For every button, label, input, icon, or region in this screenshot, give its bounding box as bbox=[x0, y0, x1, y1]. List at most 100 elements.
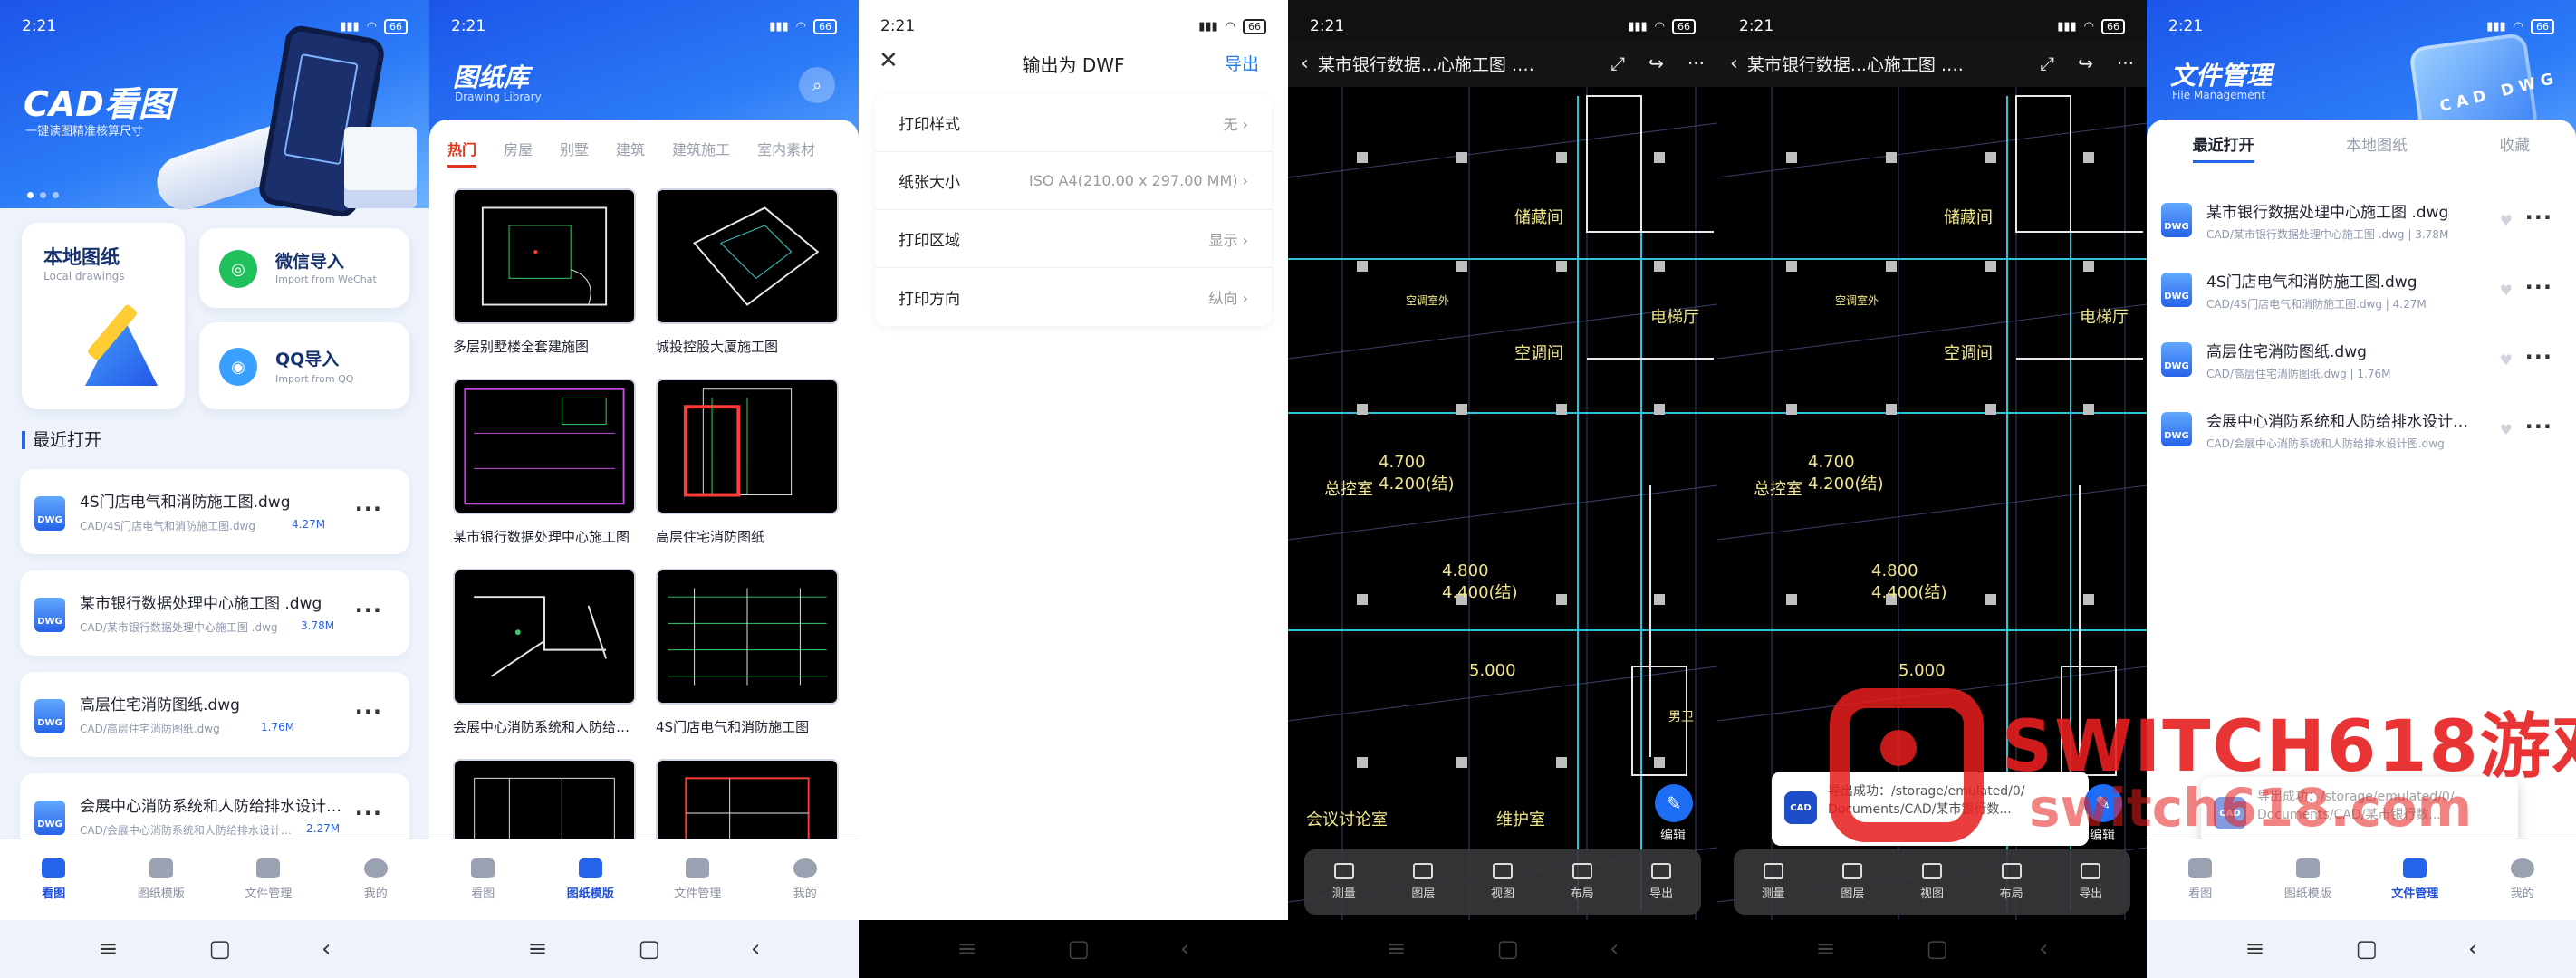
more-options-icon[interactable]: ··· bbox=[2525, 274, 2552, 300]
category-hot[interactable]: 热门 bbox=[447, 138, 477, 168]
back-icon[interactable]: ‹ bbox=[1610, 935, 1619, 963]
favorite-heart-icon[interactable]: ♥ bbox=[2500, 351, 2513, 369]
more-options-icon[interactable]: ··· bbox=[355, 496, 382, 522]
tool-view[interactable]: 视图 bbox=[1491, 863, 1514, 901]
option-value: 显示 › bbox=[1208, 231, 1249, 249]
tab-files[interactable]: 文件管理 bbox=[657, 858, 738, 901]
tab-view[interactable]: 看图 bbox=[2159, 858, 2241, 901]
share-icon[interactable]: ↪ bbox=[1648, 53, 1664, 74]
more-icon[interactable]: ··· bbox=[1687, 53, 1705, 74]
tool-layout[interactable]: 布局 bbox=[1571, 863, 1594, 901]
back-arrow-icon[interactable]: ‹ bbox=[1730, 53, 1738, 75]
drawing-thumbnail[interactable] bbox=[656, 188, 839, 324]
home-icon[interactable]: ▢ bbox=[208, 935, 231, 963]
drawing-thumbnail[interactable] bbox=[656, 379, 839, 514]
drawing-thumbnail[interactable] bbox=[656, 569, 839, 705]
tab-me[interactable]: 我的 bbox=[335, 858, 417, 901]
tab-templates[interactable]: 图纸模版 bbox=[120, 858, 202, 901]
tool-view[interactable]: 视图 bbox=[1920, 863, 1944, 901]
favorite-heart-icon[interactable]: ♥ bbox=[2500, 212, 2513, 229]
tool-export[interactable]: 导出 bbox=[2079, 863, 2102, 901]
category-house[interactable]: 房屋 bbox=[504, 138, 533, 168]
local-drawings-card[interactable]: 本地图纸 Local drawings bbox=[22, 223, 185, 409]
fullscreen-icon[interactable]: ⤢ bbox=[2040, 53, 2054, 74]
edit-button[interactable]: ✎ bbox=[2084, 784, 2122, 822]
more-options-icon[interactable]: ··· bbox=[2525, 344, 2552, 369]
tool-layers[interactable]: 图层 bbox=[1411, 863, 1435, 901]
qq-import-card[interactable]: ◉ QQ导入 Import from QQ bbox=[199, 322, 409, 409]
home-icon[interactable]: ▢ bbox=[2355, 935, 2378, 963]
home-icon[interactable]: ▢ bbox=[1926, 935, 1948, 963]
tool-label: 布局 bbox=[1570, 887, 1594, 901]
file-row[interactable]: DWG 某市银行数据处理中心施工图 .dwg CAD/某市银行数据处理中心施工图… bbox=[2147, 187, 2576, 255]
tool-layout[interactable]: 布局 bbox=[2000, 863, 2023, 901]
tab-files[interactable]: 文件管理 bbox=[2374, 858, 2456, 901]
tool-measure[interactable]: 测量 bbox=[1762, 863, 1785, 901]
back-icon[interactable]: ‹ bbox=[2468, 935, 2477, 963]
wifi-icon: ◠ bbox=[366, 19, 377, 34]
recent-file-item[interactable]: DWG 4S门店电气和消防施工图.dwg CAD/4S门店电气和消防施工图.dw… bbox=[20, 469, 409, 554]
wechat-import-card[interactable]: ◎ 微信导入 Import from WeChat bbox=[199, 228, 409, 308]
menu-icon[interactable]: ≡ bbox=[99, 935, 119, 963]
carousel-dots[interactable] bbox=[27, 192, 59, 198]
option-paper-size[interactable]: 纸张大小 ISO A4(210.00 x 297.00 MM) › bbox=[875, 152, 1272, 210]
drawing-thumbnail[interactable] bbox=[453, 188, 636, 324]
back-arrow-icon[interactable]: ‹ bbox=[1301, 53, 1309, 75]
back-icon[interactable]: ‹ bbox=[2039, 935, 2048, 963]
category-architecture[interactable]: 建筑 bbox=[616, 138, 645, 168]
tab-local-drawings[interactable]: 本地图纸 bbox=[2346, 132, 2408, 163]
back-icon[interactable]: ‹ bbox=[1180, 935, 1189, 963]
tab-files[interactable]: 文件管理 bbox=[227, 858, 309, 901]
export-button[interactable]: 导出 bbox=[1225, 51, 1259, 75]
home-icon[interactable]: ▢ bbox=[1067, 935, 1090, 963]
cad-drawing-canvas[interactable]: 储藏间 空调间 空调室外 总控室 4.700 4.200(结) 4.800 4.… bbox=[1288, 87, 1717, 922]
folder-icon bbox=[256, 858, 281, 878]
tab-recent[interactable]: 最近打开 bbox=[2192, 132, 2254, 163]
tab-me[interactable]: 我的 bbox=[2482, 858, 2563, 901]
share-icon[interactable]: ↪ bbox=[2078, 53, 2093, 74]
edit-button[interactable]: ✎ bbox=[1655, 784, 1693, 822]
menu-icon[interactable]: ≡ bbox=[2245, 935, 2265, 963]
home-icon[interactable]: ▢ bbox=[1496, 935, 1519, 963]
search-icon[interactable]: ⌕ bbox=[799, 67, 835, 103]
tool-measure[interactable]: 测量 bbox=[1332, 863, 1356, 901]
option-orientation[interactable]: 打印方向 纵向 › bbox=[875, 268, 1272, 326]
category-interior[interactable]: 室内素材 bbox=[757, 138, 815, 168]
tool-export[interactable]: 导出 bbox=[1649, 863, 1673, 901]
more-options-icon[interactable]: ··· bbox=[2525, 205, 2552, 230]
menu-icon[interactable]: ≡ bbox=[1387, 935, 1407, 963]
favorite-heart-icon[interactable]: ♥ bbox=[2500, 282, 2513, 299]
more-options-icon[interactable]: ··· bbox=[355, 598, 382, 623]
favorite-heart-icon[interactable]: ♥ bbox=[2500, 421, 2513, 438]
category-villa[interactable]: 别墅 bbox=[560, 138, 589, 168]
file-row[interactable]: DWG 4S门店电气和消防施工图.dwg CAD/4S门店电气和消防施工图.dw… bbox=[2147, 256, 2576, 325]
more-options-icon[interactable]: ··· bbox=[355, 801, 382, 826]
file-row[interactable]: DWG 高层住宅消防图纸.dwg CAD/高层住宅消防图纸.dwg | 1.76… bbox=[2147, 326, 2576, 395]
tab-view[interactable]: 看图 bbox=[13, 858, 94, 901]
more-options-icon[interactable]: ··· bbox=[355, 699, 382, 724]
recent-file-item[interactable]: DWG 某市银行数据处理中心施工图 .dwg CAD/某市银行数据处理中心施工图… bbox=[20, 570, 409, 656]
tab-templates[interactable]: 图纸模版 bbox=[2267, 858, 2349, 901]
cad-label: 维护室 bbox=[1496, 810, 1545, 829]
menu-icon[interactable]: ≡ bbox=[1816, 935, 1836, 963]
recent-file-item[interactable]: DWG 高层住宅消防图纸.dwg CAD/高层住宅消防图纸.dwg 1.76M … bbox=[20, 672, 409, 757]
menu-icon[interactable]: ≡ bbox=[957, 935, 977, 963]
drawing-thumbnail[interactable] bbox=[453, 379, 636, 514]
option-print-area[interactable]: 打印区域 显示 › bbox=[875, 210, 1272, 268]
fullscreen-icon[interactable]: ⤢ bbox=[1610, 53, 1625, 74]
home-icon[interactable]: ▢ bbox=[638, 935, 660, 963]
tab-favorites[interactable]: 收藏 bbox=[2499, 132, 2530, 163]
tab-templates[interactable]: 图纸模版 bbox=[550, 858, 631, 901]
more-options-icon[interactable]: ··· bbox=[2525, 414, 2552, 439]
drawing-thumbnail[interactable] bbox=[453, 569, 636, 705]
tab-view[interactable]: 看图 bbox=[442, 858, 524, 901]
tool-layers[interactable]: 图层 bbox=[1841, 863, 1864, 901]
more-icon[interactable]: ··· bbox=[2117, 53, 2134, 74]
back-icon[interactable]: ‹ bbox=[322, 935, 331, 963]
option-print-style[interactable]: 打印样式 无 › bbox=[875, 94, 1272, 152]
file-row[interactable]: DWG 会展中心消防系统和人防给排水设计图.dwg CAD/会展中心消防系统和人… bbox=[2147, 396, 2576, 465]
tab-me[interactable]: 我的 bbox=[764, 858, 846, 901]
back-icon[interactable]: ‹ bbox=[751, 935, 760, 963]
category-construction[interactable]: 建筑施工 bbox=[672, 138, 730, 168]
menu-icon[interactable]: ≡ bbox=[528, 935, 548, 963]
